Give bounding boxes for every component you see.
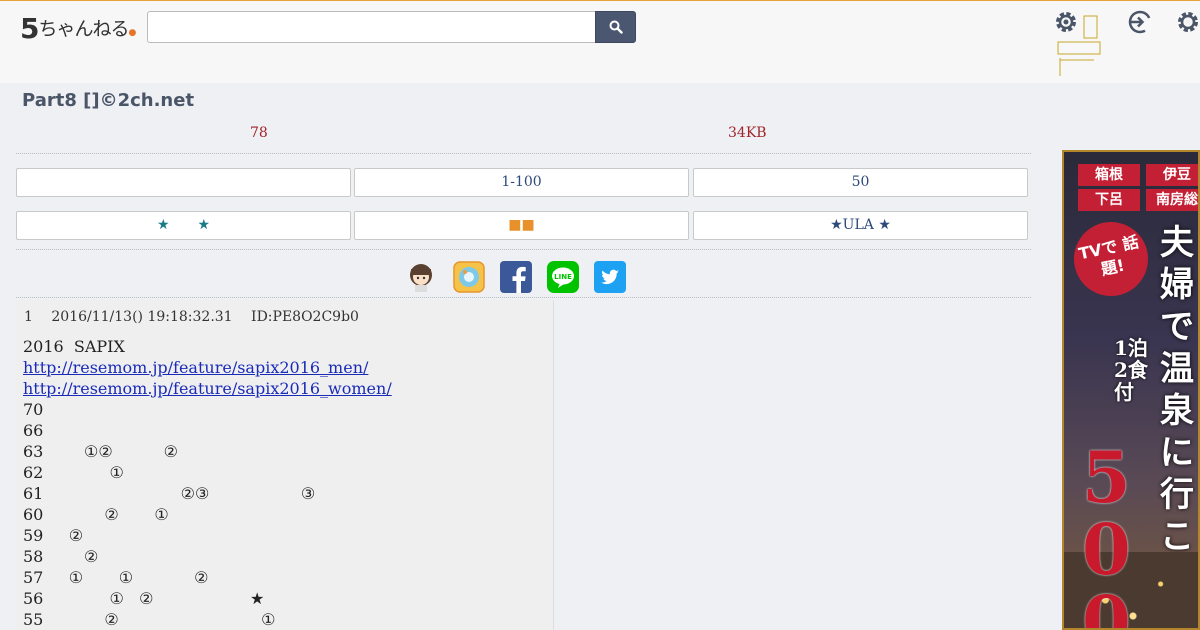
- ad-tag: 南房総: [1146, 189, 1198, 211]
- post-line: 66: [23, 421, 44, 440]
- post-line: 59 ②: [23, 526, 84, 545]
- post-body: 2016 SAPIX http://resemom.jp/feature/sap…: [23, 336, 392, 630]
- nav-link-center[interactable]: ■■: [354, 211, 689, 240]
- ad-tag: 箱根: [1078, 164, 1140, 186]
- facebook-icon[interactable]: [500, 261, 532, 293]
- ad-headline: 夫婦で温泉に行こう!: [1160, 223, 1198, 599]
- post-datetime: 2016/11/13() 19:18:32.31: [51, 309, 233, 325]
- post-side-area: [554, 300, 1031, 630]
- svg-text:LINE: LINE: [554, 273, 572, 281]
- post-link[interactable]: http://resemom.jp/feature/sapix2016_men/: [23, 358, 368, 377]
- logo-dot: ●: [128, 28, 137, 38]
- advertisement-banner[interactable]: 箱根 伊豆 下呂 南房総 TVで 話題! 夫婦で温泉に行こう! 1泊2食付 50…: [1062, 150, 1200, 630]
- divider: [16, 153, 1031, 154]
- post-line: 63 ①② ②: [23, 442, 178, 461]
- divider: [16, 297, 1031, 298]
- login-icon[interactable]: [1126, 8, 1154, 36]
- post-link[interactable]: http://resemom.jp/feature/sapix2016_wome…: [23, 379, 392, 398]
- search-button[interactable]: [595, 11, 636, 43]
- post-line: 60 ② ①: [23, 505, 169, 524]
- logo-text: ちゃんねる: [38, 18, 129, 40]
- character-avatar-icon[interactable]: [405, 261, 437, 293]
- nav-all-button[interactable]: [16, 168, 351, 197]
- ad-tv-badge: TVで 話題!: [1067, 215, 1155, 303]
- post-line: 70: [23, 400, 44, 419]
- nav-link-left[interactable]: ★ ★: [16, 211, 351, 240]
- ad-subtext: 1泊2食付: [1114, 336, 1148, 404]
- site-logo[interactable]: 5ちゃんねる●: [20, 12, 137, 45]
- post-count: 78: [250, 125, 268, 141]
- ad-tag: 伊豆: [1146, 164, 1198, 186]
- post-line: 62 ①: [23, 463, 124, 482]
- post-line: 2016 SAPIX: [23, 337, 125, 356]
- post-id[interactable]: ID:PE8O2C9b0: [251, 309, 359, 325]
- search-input[interactable]: [147, 11, 597, 43]
- thread-size: 34KB: [728, 125, 767, 141]
- nav-link-right[interactable]: ★ULA ★: [693, 211, 1028, 240]
- nav-latest-50-button[interactable]: 50: [693, 168, 1028, 197]
- ad-tag: 下呂: [1078, 189, 1140, 211]
- post-line: 57 ① ① ②: [23, 568, 209, 587]
- nav-first-100-button[interactable]: 1-100: [354, 168, 689, 197]
- logo-number: 5: [20, 12, 40, 45]
- post-header: 1 2016/11/13() 19:18:32.31 ID:PE8O2C9b0: [24, 309, 373, 325]
- twitter-icon[interactable]: [594, 261, 626, 293]
- app-icon[interactable]: [453, 261, 485, 293]
- search-icon: [609, 20, 623, 34]
- post-line: 55 ② ①: [23, 610, 276, 629]
- post-line: 58 ②: [23, 547, 99, 566]
- ad-price: 500: [1082, 436, 1131, 630]
- thread-title: Part8 []©2ch.net: [22, 90, 195, 111]
- post-line: 61 ②③ ③: [23, 484, 316, 503]
- line-icon[interactable]: LINE: [547, 261, 579, 293]
- menu-box-decoration: [1057, 15, 1101, 76]
- post-line: 56 ① ② ★: [23, 589, 265, 608]
- divider: [16, 249, 1031, 250]
- post-number[interactable]: 1: [24, 309, 33, 325]
- settings-icon[interactable]: [1174, 8, 1200, 36]
